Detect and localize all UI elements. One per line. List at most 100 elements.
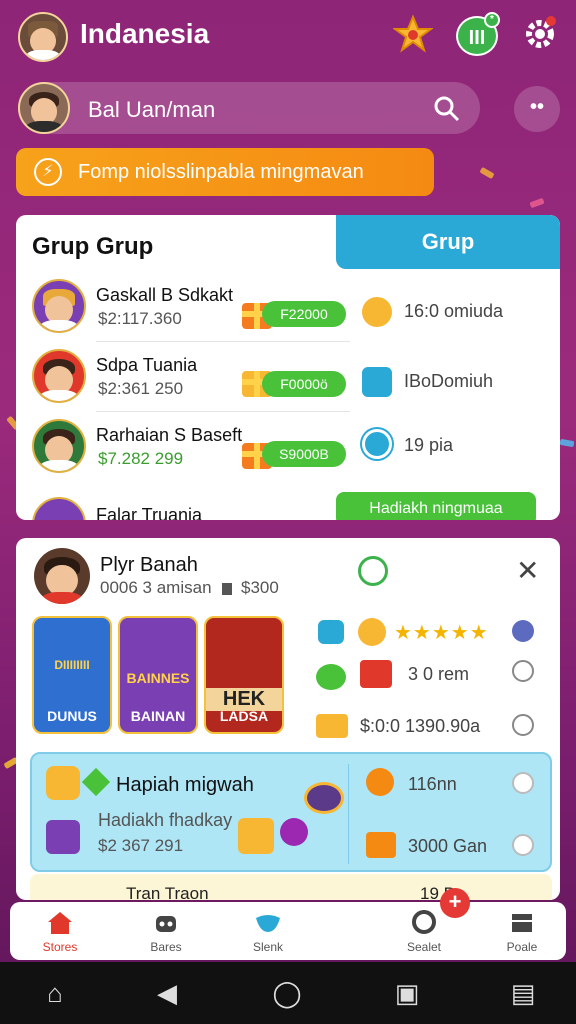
row-name: Rarhaian S Baseft [96,425,243,445]
divider [348,764,349,864]
list-item[interactable]: Gaskall B Sdkakt $2:117.360 F22000 16:0 … [16,279,560,349]
row-name: Gaskall B Sdkakt [96,285,234,305]
tab-label: Poale [506,940,538,954]
tab-stores[interactable]: Stores [10,902,110,960]
timer-icon [362,429,392,459]
game-tile[interactable]: DIIIIIIII DUNUS [32,616,112,734]
chat-icon [362,367,392,397]
avatar [32,497,86,520]
list-item[interactable]: Rarhaian S Baseft $7.282 299 S9000B 19 p… [16,419,560,489]
highlight-right-top: 116nn [408,774,457,794]
home-icon [48,912,72,934]
row-right-text: 16:0 omiuda [404,301,504,321]
compass-icon [366,768,394,796]
page-title: Indanesia [80,18,210,49]
hadiah-button[interactable]: Hadiakh ningmuaa [336,492,536,520]
star-icon[interactable] [391,14,435,54]
highlight-panel[interactable]: Hapiah migwah Hadiakh fhadkay $2 367 291… [30,752,552,872]
tab-label: Stores [42,940,78,954]
highlight-subtitle: Hadiakh fhadkay [98,810,233,830]
tab-grup[interactable]: Grup [336,215,560,269]
info-icon[interactable] [512,620,534,642]
peek-title: Tran Traon [126,884,209,900]
divider [96,411,350,412]
gift-icon [46,820,80,854]
system-nav-bar: ⌂ ◀ ◯ ▣ ▤ [0,962,576,1024]
highlight-amount: $2 367 291 [98,836,184,855]
promo-banner[interactable]: ⚡ Fomp niolsslinpabla mingmavan [16,148,434,196]
player-card: Plyr Banah 0006 3 amisan $300 ✕ DIIIIIII… [16,538,560,900]
stat-row-text: $:0:0 1390.90a [360,716,481,736]
tab-label: Bares [150,940,182,954]
add-button[interactable]: + [440,888,470,918]
reward-pill[interactable]: F0000ö [262,371,346,397]
radio-button[interactable] [512,772,534,794]
promo-text: Fomp niolsslinpabla mingmavan [78,161,364,183]
row-amount: $2:361 250 [98,379,184,398]
game-tile-title: BAINNES [126,670,190,686]
badge-icon: * [484,12,500,28]
back-icon[interactable]: ◀ [152,978,182,1008]
game-tile-label: DUNUS [47,708,97,724]
reward-pill[interactable]: S9000B [262,441,346,467]
menu-icon[interactable]: ▤ [508,978,538,1008]
group-card: Grup Grup Grup Gaskall B Sdkakt $2:117.3… [16,215,560,520]
tab-label: Sealet [406,940,442,954]
avatar [32,419,86,473]
circle-home-icon[interactable]: ◯ [272,978,302,1008]
reward-pill[interactable]: F22000 [262,301,346,327]
search-icon[interactable] [432,94,460,122]
tab-bares[interactable]: Bares [116,902,216,960]
game-tile[interactable]: BAINNES BAINAN [118,616,198,734]
row-right-text: 19 pia [404,435,454,455]
game-tile-title: DIIIIIIII [54,658,90,672]
gift-icon [360,660,392,688]
top-bar: Indanesia III * [0,0,576,74]
gear-icon[interactable] [520,14,560,54]
rating-stars: ★★★★★ [394,622,489,644]
row-amount: $7.282 299 [98,449,184,468]
tab-poale[interactable]: Poale [472,902,572,960]
radio-button[interactable] [512,834,534,856]
list-item[interactable]: Sdpa Tuania $2:361 250 F0000ö IBoDomiuh [16,349,560,419]
divider [96,341,350,342]
search-bar[interactable]: Bal Uan/man [18,82,480,134]
basket-icon [316,714,348,738]
gift-icon [366,832,396,858]
target-icon[interactable] [358,556,388,586]
coin-pile-icon [304,782,344,814]
home-icon[interactable]: ⌂ [40,978,70,1008]
close-icon[interactable]: ✕ [516,554,539,587]
avatar [32,279,86,333]
puzzle-icon [318,620,344,644]
search-input[interactable]: Bal Uan/man [88,97,215,123]
radio-button[interactable] [512,660,534,682]
row-amount: $2:117.360 [98,309,182,328]
bottom-tab-bar: Stores Bares Slenk Sealet Poale [10,902,566,960]
coin-icon [362,297,392,327]
player-subtitle: 0006 3 amisan $300 [100,578,279,597]
robot-icon [156,916,176,932]
coin-icon [358,618,386,646]
tag-icon [222,582,233,595]
tab-slenk[interactable]: Slenk [218,902,318,960]
profile-avatar[interactable] [18,12,68,62]
stack-icon [512,914,532,932]
row-name: Sdpa Tuania [96,355,198,375]
list-item[interactable]: Tran Traon 19 P [30,874,552,900]
radio-button[interactable] [512,714,534,736]
bird-icon [256,915,280,932]
leaderboard-button[interactable]: III * [456,12,500,56]
gem-icon [280,818,308,846]
chat-icon [412,910,436,934]
game-tile[interactable]: HEK LADSA [204,616,284,734]
treasure-icon [238,818,274,854]
recents-icon[interactable]: ▣ [392,978,422,1008]
game-tile-label: BAINAN [130,708,186,724]
player-name: Plyr Banah [100,554,198,576]
sparkle-icon [81,767,111,797]
highlight-title: Hapiah migwah [116,774,254,796]
row-right-text: IBoDomiuh [404,371,494,391]
more-button[interactable]: •• [514,86,560,132]
player-avatar [34,548,90,604]
